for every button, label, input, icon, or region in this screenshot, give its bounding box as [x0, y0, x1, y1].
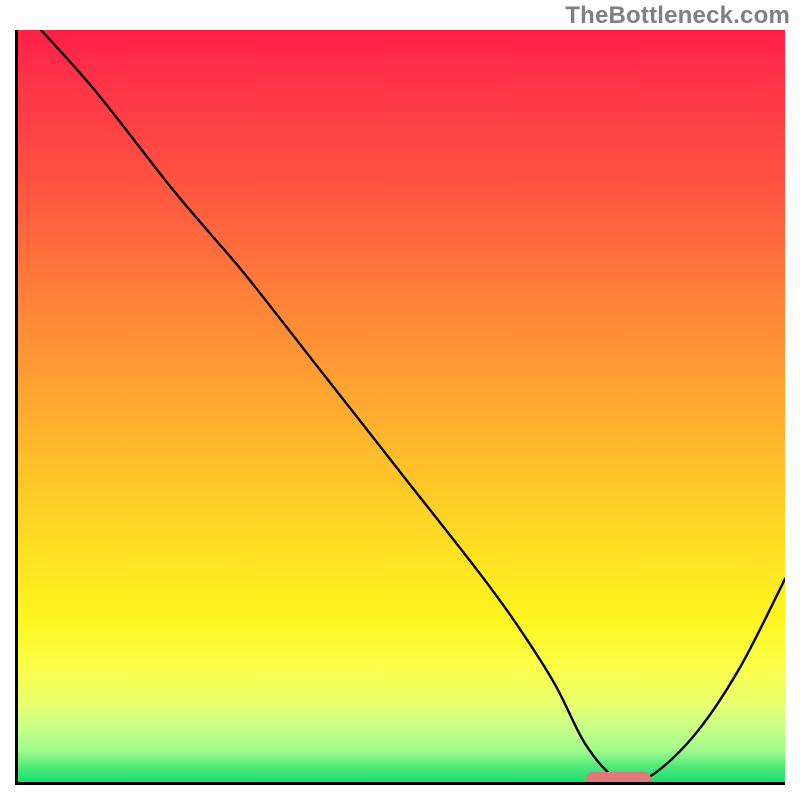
watermark-text: TheBottleneck.com: [565, 2, 790, 30]
min-marker: [586, 772, 652, 785]
chart-frame: TheBottleneck.com: [0, 0, 800, 800]
plot-area: [15, 30, 785, 785]
bottleneck-curve: [18, 30, 785, 782]
